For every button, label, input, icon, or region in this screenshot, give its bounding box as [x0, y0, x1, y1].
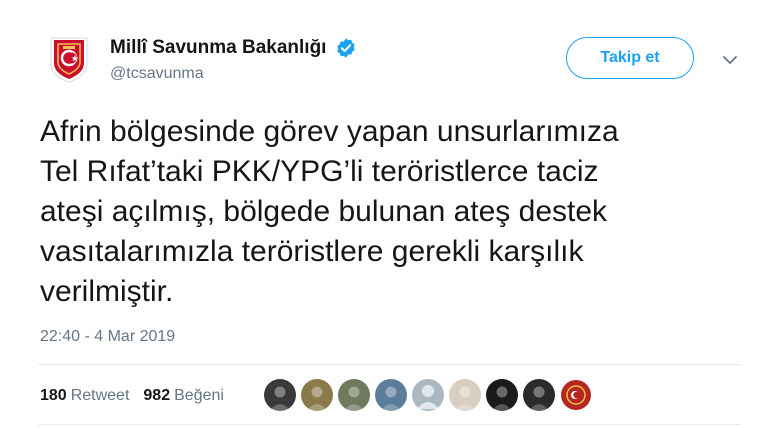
account-handle[interactable]: @tcsavunma — [110, 65, 357, 83]
divider — [38, 424, 741, 425]
liker-avatars — [264, 379, 597, 411]
tweet-timestamp[interactable]: 22:40 - 4 Mar 2019 — [40, 328, 175, 346]
liker-avatar-2[interactable] — [301, 379, 333, 411]
tweet-header: Millî Savunma Bakanlığı @tcsavunma Takip… — [44, 34, 754, 90]
retweet-label: Retweet — [70, 387, 130, 404]
tweet-stats: 180 Retweet 982 Beğeni — [40, 380, 238, 412]
like-stat[interactable]: 982 Beğeni — [143, 387, 224, 405]
liker-avatar-6[interactable] — [449, 379, 481, 411]
ministry-emblem-icon[interactable] — [44, 34, 94, 84]
account-names: Millî Savunma Bakanlığı @tcsavunma — [110, 37, 357, 83]
retweet-stat[interactable]: 180 Retweet — [40, 387, 129, 405]
display-name[interactable]: Millî Savunma Bakanlığı — [110, 37, 326, 59]
divider — [38, 364, 741, 365]
liker-avatar-1[interactable] — [264, 379, 296, 411]
liker-avatar-5[interactable] — [412, 379, 444, 411]
retweet-count: 180 — [40, 387, 67, 404]
liker-avatar-4[interactable] — [375, 379, 407, 411]
follow-button[interactable]: Takip et — [566, 37, 694, 79]
chevron-down-icon[interactable] — [720, 52, 740, 68]
liker-avatar-3[interactable] — [338, 379, 370, 411]
like-count: 982 — [143, 387, 171, 404]
tweet-text: Afrin bölgesinde görev yapan unsurlarımı… — [40, 115, 619, 308]
liker-avatar-8[interactable] — [523, 379, 555, 411]
verified-badge-icon — [335, 37, 357, 59]
liker-avatar-9[interactable] — [560, 379, 592, 411]
like-label: Beğeni — [174, 387, 224, 404]
liker-avatar-7[interactable] — [486, 379, 518, 411]
